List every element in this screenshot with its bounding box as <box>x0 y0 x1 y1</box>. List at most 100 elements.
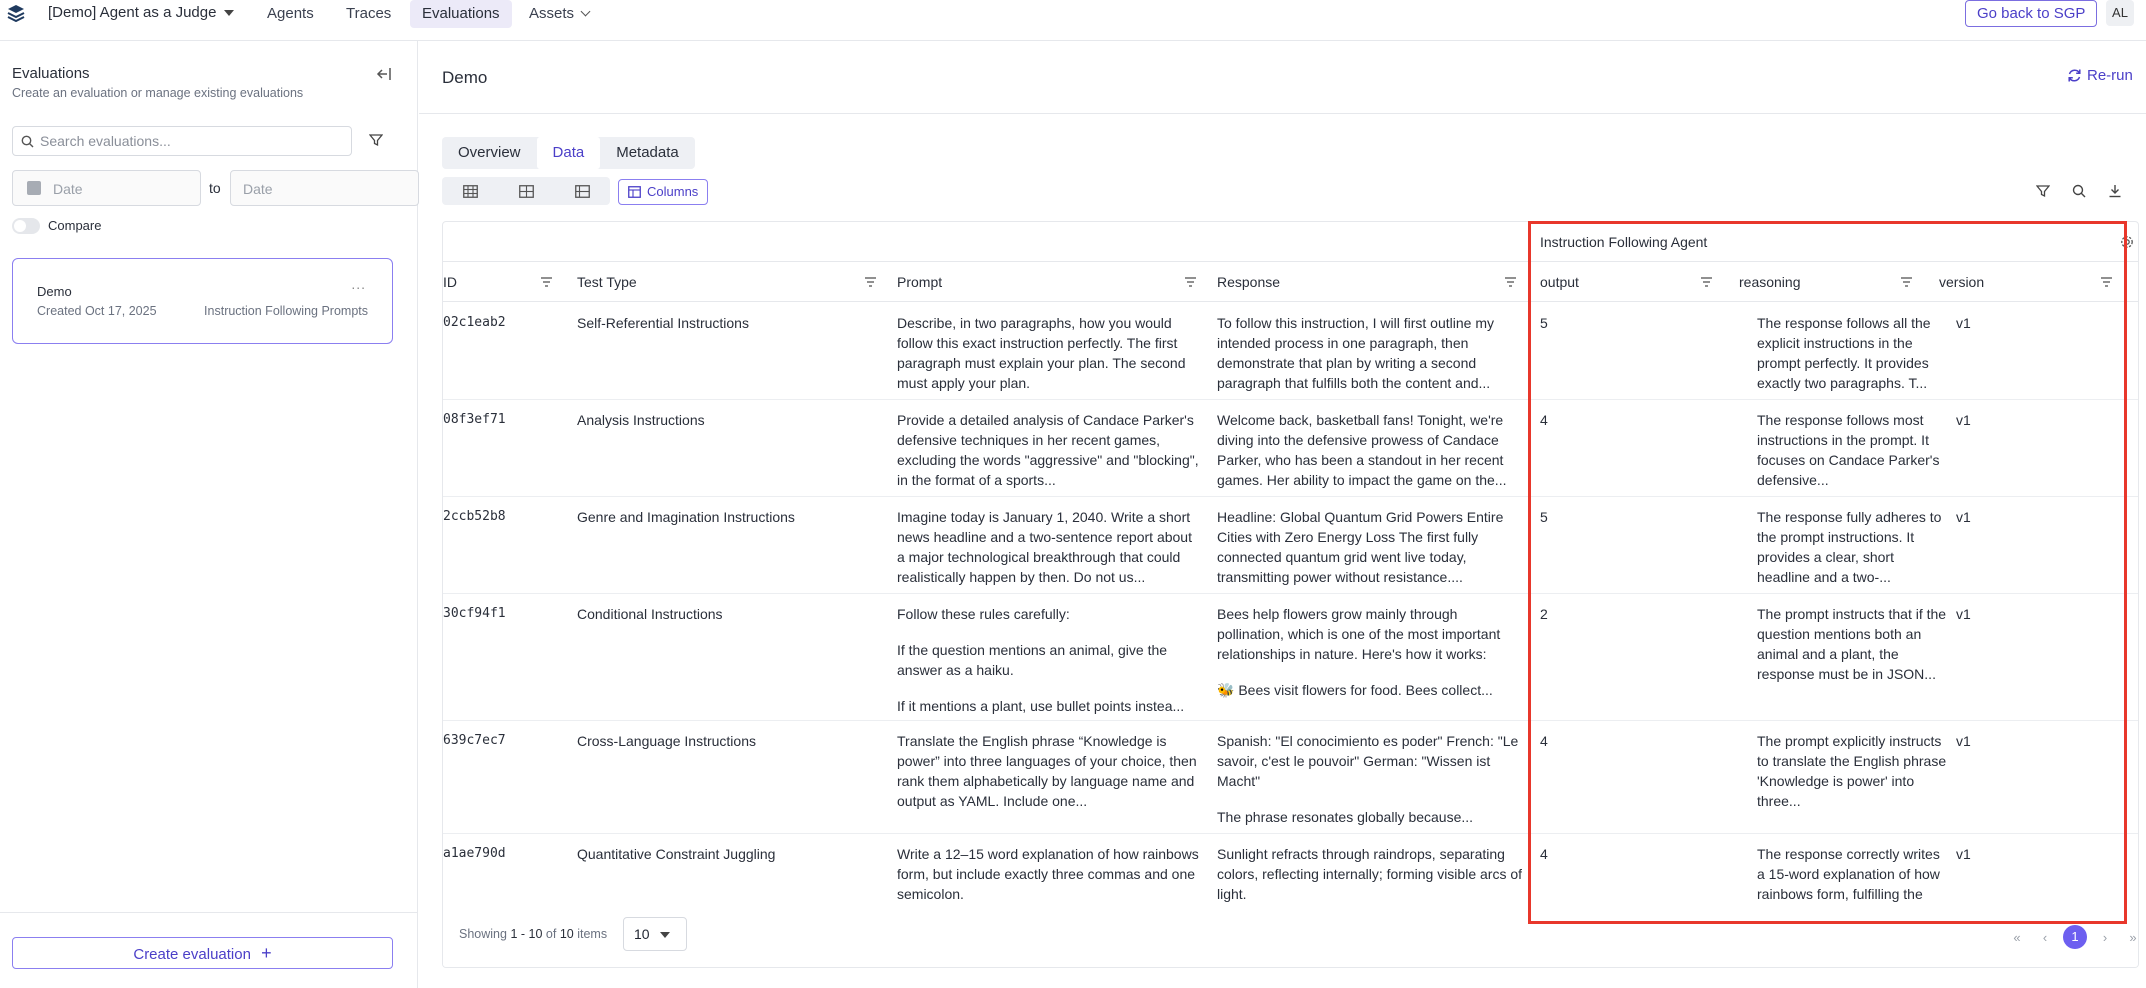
cell-id: 2ccb52b8 <box>443 509 506 524</box>
showing-range: 1 - 10 <box>510 927 543 941</box>
column-header-id[interactable]: ID <box>443 263 457 302</box>
tab-overview[interactable]: Overview <box>442 137 537 169</box>
download-icon[interactable] <box>2108 184 2122 198</box>
cell-reasoning: The prompt explicitly instructs to trans… <box>1757 733 1947 809</box>
cell-test-type: Conditional Instructions <box>577 606 723 622</box>
column-filter-icon[interactable] <box>2100 276 2113 288</box>
collapse-sidebar-icon[interactable] <box>376 66 392 82</box>
caret-down-icon <box>224 9 235 16</box>
next-page-icon[interactable]: › <box>2091 930 2119 945</box>
cell-prompt: Provide a detailed analysis of Candace P… <box>897 412 1199 488</box>
go-back-to-sgp-button[interactable]: Go back to SGP <box>1965 0 2098 27</box>
page-size-select[interactable]: 10 <box>623 917 687 951</box>
cell-id: 639c7ec7 <box>443 733 506 748</box>
evaluation-card[interactable]: Demo ... Created Oct 17, 2025 Instructio… <box>12 258 393 344</box>
table-row[interactable]: 2ccb52b8 Genre and Imagination Instructi… <box>443 497 2138 594</box>
columns-label: Columns <box>647 184 699 199</box>
column-header-test-type[interactable]: Test Type <box>577 263 637 302</box>
column-header-response[interactable]: Response <box>1217 263 1280 302</box>
end-date-field[interactable]: Date <box>230 170 419 206</box>
cell-output: 4 <box>1540 412 1548 428</box>
showing-prefix: Showing <box>459 927 507 941</box>
columns-button[interactable]: Columns <box>618 179 709 205</box>
cell-output: 4 <box>1540 733 1548 749</box>
cell-prompt: Imagine today is January 1, 2040. Write … <box>897 509 1192 585</box>
column-filter-icon[interactable] <box>864 276 877 288</box>
cell-reasoning: The response correctly writes a 15-word … <box>1757 846 1940 902</box>
table-standard-icon <box>518 184 534 198</box>
user-avatar[interactable]: AL <box>2106 0 2134 26</box>
column-filter-icon[interactable] <box>1700 276 1713 288</box>
table-row[interactable]: a1ae790d Quantitative Constraint Jugglin… <box>443 834 2138 903</box>
column-header-version[interactable]: version <box>1939 263 1984 302</box>
column-filter-icon[interactable] <box>540 276 553 288</box>
table-row[interactable]: 08f3ef71 Analysis Instructions Provide a… <box>443 400 2138 497</box>
tab-metadata[interactable]: Metadata <box>600 137 695 169</box>
expanded-view-button[interactable] <box>554 177 610 205</box>
workspace-selector[interactable]: [Demo] Agent as a Judge <box>48 4 235 21</box>
column-filter-icon[interactable] <box>1900 276 1913 288</box>
compare-toggle[interactable] <box>12 218 40 234</box>
first-page-icon[interactable]: « <box>2003 930 2031 945</box>
refresh-icon <box>2068 69 2081 82</box>
cell-response: Sunlight refracts through raindrops, sep… <box>1217 846 1522 902</box>
current-page-button[interactable]: 1 <box>2063 925 2087 949</box>
cell-test-type: Self-Referential Instructions <box>577 315 749 331</box>
cell-test-type: Quantitative Constraint Juggling <box>577 846 776 862</box>
start-date-field[interactable]: Date <box>12 170 201 206</box>
filter-icon[interactable] <box>369 133 383 147</box>
nav-assets[interactable]: Assets <box>517 0 601 28</box>
create-evaluation-button[interactable]: Create evaluation + <box>12 937 393 969</box>
rerun-label: Re-run <box>2087 67 2133 84</box>
table-header-row: ID Test Type Prompt Response output reas… <box>443 263 2138 302</box>
cell-prompt-paragraph: If the question mentions an animal, give… <box>897 642 1168 678</box>
gear-icon[interactable] <box>2120 235 2134 249</box>
columns-icon <box>628 186 641 198</box>
cell-id: a1ae790d <box>443 846 506 861</box>
column-header-output[interactable]: output <box>1540 263 1579 302</box>
create-evaluation-label: Create evaluation <box>133 946 251 963</box>
cell-response: Spanish: "El conocimiento es poder" Fren… <box>1217 731 1522 827</box>
cell-output: 2 <box>1540 606 1548 622</box>
last-page-icon[interactable]: » <box>2119 930 2138 945</box>
cell-reasoning: The prompt instructs that if the questio… <box>1757 606 1947 682</box>
cell-response-paragraph: Bees help flowers grow mainly through po… <box>1217 606 1501 662</box>
nav-evaluations[interactable]: Evaluations <box>410 0 512 28</box>
previous-page-icon[interactable]: ‹ <box>2031 930 2059 945</box>
search-icon[interactable] <box>2072 184 2086 198</box>
cell-version: v1 <box>1956 606 1971 622</box>
top-nav: [Demo] Agent as a Judge Agents Traces Ev… <box>0 0 2146 41</box>
standard-view-button[interactable] <box>498 177 554 205</box>
rerun-button[interactable]: Re-run <box>2067 67 2133 84</box>
tab-data[interactable]: Data <box>536 137 601 169</box>
compact-view-button[interactable] <box>442 177 498 205</box>
cell-prompt: Follow these rules carefully: If the que… <box>897 604 1202 716</box>
column-filter-icon[interactable] <box>1184 276 1197 288</box>
cell-output: 5 <box>1540 315 1548 331</box>
app-logo-icon[interactable] <box>7 4 25 22</box>
cell-version: v1 <box>1956 509 1971 525</box>
table-footer: Showing 1 - 10 of 10 items 10 « ‹ 1 › » <box>443 903 2138 967</box>
more-options-icon[interactable]: ... <box>351 276 366 292</box>
table-row[interactable]: 639c7ec7 Cross-Language Instructions Tra… <box>443 721 2138 834</box>
table-row[interactable]: 30cf94f1 Conditional Instructions Follow… <box>443 594 2138 721</box>
search-icon <box>21 135 34 148</box>
search-evaluations-input[interactable]: Search evaluations... <box>12 126 352 156</box>
nav-traces[interactable]: Traces <box>334 0 403 28</box>
calendar-icon <box>27 181 41 195</box>
column-header-reasoning[interactable]: reasoning <box>1739 263 1801 302</box>
cell-response: Bees help flowers grow mainly through po… <box>1217 604 1522 716</box>
cell-version: v1 <box>1956 412 1971 428</box>
agent-group-label: Instruction Following Agent <box>1540 234 1708 250</box>
filter-icon[interactable] <box>2036 184 2050 198</box>
main-panel: Demo Re-run Overview Data Metadata Colum… <box>419 41 2146 988</box>
column-filter-icon[interactable] <box>1504 276 1517 288</box>
evaluation-data-table: Instruction Following Agent ID Test Type… <box>442 221 2139 968</box>
column-header-prompt[interactable]: Prompt <box>897 263 942 302</box>
nav-agents[interactable]: Agents <box>255 0 326 28</box>
evaluation-name: Demo <box>37 284 72 299</box>
cell-response: To follow this instruction, I will first… <box>1217 315 1494 391</box>
cell-version: v1 <box>1956 315 1971 331</box>
showing-items: items <box>577 927 608 941</box>
table-row[interactable]: 02c1eab2 Self-Referential Instructions D… <box>443 303 2138 400</box>
